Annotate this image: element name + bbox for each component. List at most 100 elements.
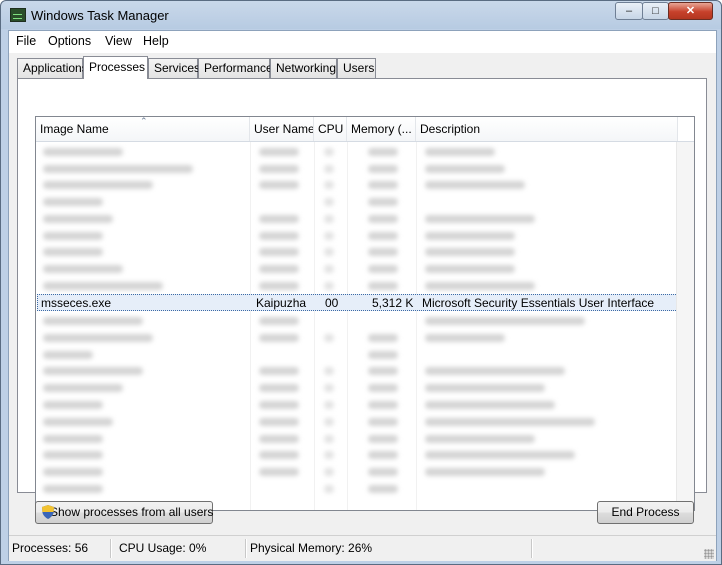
- status-process-count: Processes: 56: [12, 541, 89, 555]
- table-row[interactable]: [37, 447, 675, 463]
- obscured-cell: [425, 231, 515, 240]
- table-row[interactable]: [37, 244, 675, 260]
- obscured-cell: [368, 264, 398, 273]
- vertical-scrollbar[interactable]: [676, 142, 694, 510]
- obscured-cell: [43, 485, 103, 493]
- table-row[interactable]: [37, 414, 675, 430]
- cell-image-name: msseces.exe: [41, 296, 112, 310]
- selected-process-row[interactable]: msseces.exe Kaipuzha 00 5,312 K Microsof…: [37, 294, 688, 311]
- column-image-name[interactable]: Image Name ⌃: [36, 117, 250, 141]
- obscured-cell: [259, 333, 299, 342]
- obscured-cell: [43, 264, 123, 273]
- table-row[interactable]: [37, 228, 675, 244]
- table-row[interactable]: [37, 177, 675, 193]
- table-row[interactable]: [37, 278, 675, 294]
- obscured-cell: [43, 451, 103, 460]
- status-cpu-usage: CPU Usage: 0%: [119, 541, 207, 555]
- obscured-cell: [425, 417, 595, 426]
- menu-options[interactable]: Options: [48, 34, 91, 48]
- obscured-cell: [368, 214, 398, 223]
- table-row[interactable]: [37, 194, 675, 210]
- obscured-cell: [425, 451, 575, 460]
- obscured-cell: [259, 451, 299, 460]
- minimize-button[interactable]: –: [615, 2, 643, 20]
- obscured-cell: [259, 214, 299, 223]
- table-row[interactable]: [37, 211, 675, 227]
- tab-performance[interactable]: Performance: [198, 58, 273, 78]
- obscured-cell: [368, 451, 398, 460]
- end-process-button[interactable]: End Process: [597, 501, 694, 524]
- column-memory[interactable]: Memory (...: [347, 117, 416, 141]
- menu-help[interactable]: Help: [143, 34, 169, 48]
- obscured-cell: [368, 367, 398, 376]
- obscured-cell: [43, 248, 103, 257]
- show-all-processes-button[interactable]: Show processes from all users: [35, 501, 213, 524]
- obscured-cell: [259, 248, 299, 257]
- obscured-cell: [43, 164, 193, 173]
- obscured-cell: [368, 148, 398, 156]
- obscured-cell: [425, 248, 515, 257]
- obscured-cell: [368, 281, 398, 290]
- obscured-cell: [368, 485, 398, 493]
- tab-services[interactable]: Services: [148, 58, 200, 78]
- table-row[interactable]: [37, 313, 675, 329]
- obscured-cell: [324, 333, 334, 342]
- obscured-cell: [368, 181, 398, 190]
- table-row[interactable]: [37, 363, 675, 379]
- obscured-cell: [259, 417, 299, 426]
- tab-applications[interactable]: Applications: [17, 58, 88, 78]
- obscured-cell: [43, 468, 103, 477]
- obscured-cell: [259, 148, 299, 156]
- obscured-cell: [259, 468, 299, 477]
- table-row[interactable]: [37, 347, 675, 363]
- obscured-cell: [425, 264, 515, 273]
- menu-file[interactable]: File: [16, 34, 36, 48]
- obscured-cell: [425, 384, 545, 393]
- obscured-cell: [425, 181, 525, 190]
- obscured-cell: [324, 281, 334, 290]
- table-row[interactable]: [37, 161, 675, 177]
- table-row[interactable]: [37, 481, 675, 497]
- resize-grip-icon[interactable]: [704, 549, 714, 559]
- column-description[interactable]: Description: [416, 117, 678, 141]
- menu-view[interactable]: View: [105, 34, 132, 48]
- process-list[interactable]: Image Name ⌃ User Name CPU Memory (... D…: [35, 116, 695, 511]
- tab-processes[interactable]: Processes: [83, 56, 148, 79]
- obscured-cell: [43, 417, 113, 426]
- obscured-cell: [425, 434, 535, 443]
- obscured-cell: [43, 434, 103, 443]
- obscured-cell: [324, 384, 334, 393]
- obscured-cell: [259, 164, 299, 173]
- table-row[interactable]: [37, 397, 675, 413]
- obscured-cell: [425, 367, 565, 376]
- uac-shield-icon: [42, 505, 54, 519]
- header-divider: [36, 141, 694, 142]
- title-bar[interactable]: Windows Task Manager – □ ✕: [1, 1, 721, 29]
- obscured-cell: [324, 198, 334, 207]
- table-row[interactable]: [37, 144, 675, 160]
- obscured-cell: [43, 384, 123, 393]
- table-row[interactable]: [37, 464, 675, 480]
- obscured-cell: [324, 417, 334, 426]
- obscured-cell: [324, 468, 334, 477]
- sort-ascending-icon: ⌃: [140, 117, 148, 126]
- close-button[interactable]: ✕: [668, 2, 713, 20]
- obscured-cell: [43, 333, 153, 342]
- obscured-cell: [368, 333, 398, 342]
- maximize-button[interactable]: □: [642, 2, 669, 20]
- obscured-cell: [43, 317, 143, 325]
- table-row[interactable]: [37, 431, 675, 447]
- obscured-cell: [43, 181, 153, 190]
- tab-users[interactable]: Users: [337, 58, 376, 78]
- obscured-cell: [43, 367, 143, 376]
- obscured-cell: [324, 148, 334, 156]
- table-row[interactable]: [37, 380, 675, 396]
- obscured-cell: [43, 281, 163, 290]
- column-cpu[interactable]: CPU: [314, 117, 347, 141]
- table-row[interactable]: [37, 261, 675, 277]
- processes-page: Image Name ⌃ User Name CPU Memory (... D…: [17, 78, 707, 511]
- obscured-cell: [259, 434, 299, 443]
- tab-networking[interactable]: Networking: [270, 58, 337, 78]
- table-row[interactable]: [37, 330, 675, 346]
- column-user-name[interactable]: User Name: [250, 117, 314, 141]
